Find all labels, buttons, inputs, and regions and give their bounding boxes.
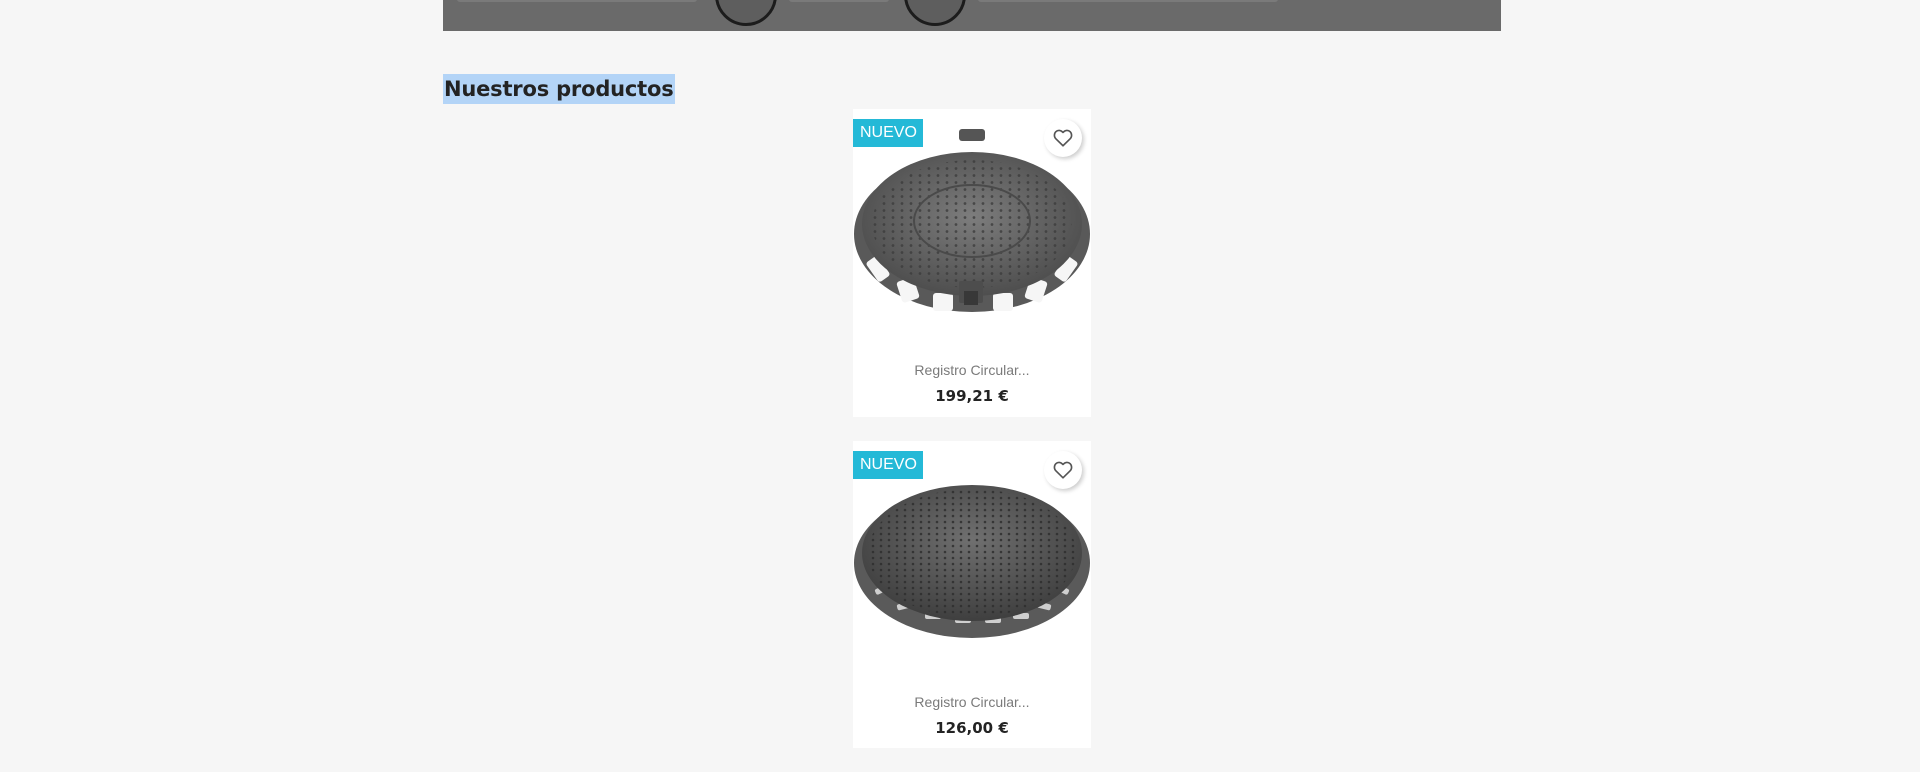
heart-outline-icon bbox=[1053, 129, 1073, 147]
wishlist-button[interactable] bbox=[1044, 451, 1082, 489]
badge-icon bbox=[904, 0, 966, 26]
new-badge: NUEVO bbox=[853, 119, 923, 147]
promo-banner bbox=[443, 0, 1501, 31]
product-image[interactable]: NUEVO bbox=[853, 109, 1091, 347]
product-price: 126,00 € bbox=[935, 719, 1009, 737]
product-image[interactable]: NUEVO bbox=[853, 441, 1091, 679]
banner-text-fade bbox=[978, 0, 1278, 2]
product-card[interactable]: NUEVO Registro Circular... 199,21 € bbox=[853, 109, 1091, 417]
section-title: Nuestros productos bbox=[443, 74, 675, 104]
banner-text-fade bbox=[789, 0, 889, 2]
product-price: 199,21 € bbox=[935, 387, 1009, 405]
product-name[interactable]: Registro Circular... bbox=[853, 362, 1091, 378]
heart-outline-icon bbox=[1053, 461, 1073, 479]
banner-text-fade bbox=[457, 0, 697, 2]
product-card[interactable]: NUEVO Registro Circular... 126,00 € bbox=[853, 441, 1091, 748]
badge-icon bbox=[715, 0, 777, 26]
new-badge: NUEVO bbox=[853, 451, 923, 479]
product-name[interactable]: Registro Circular... bbox=[853, 694, 1091, 710]
wishlist-button[interactable] bbox=[1044, 119, 1082, 157]
